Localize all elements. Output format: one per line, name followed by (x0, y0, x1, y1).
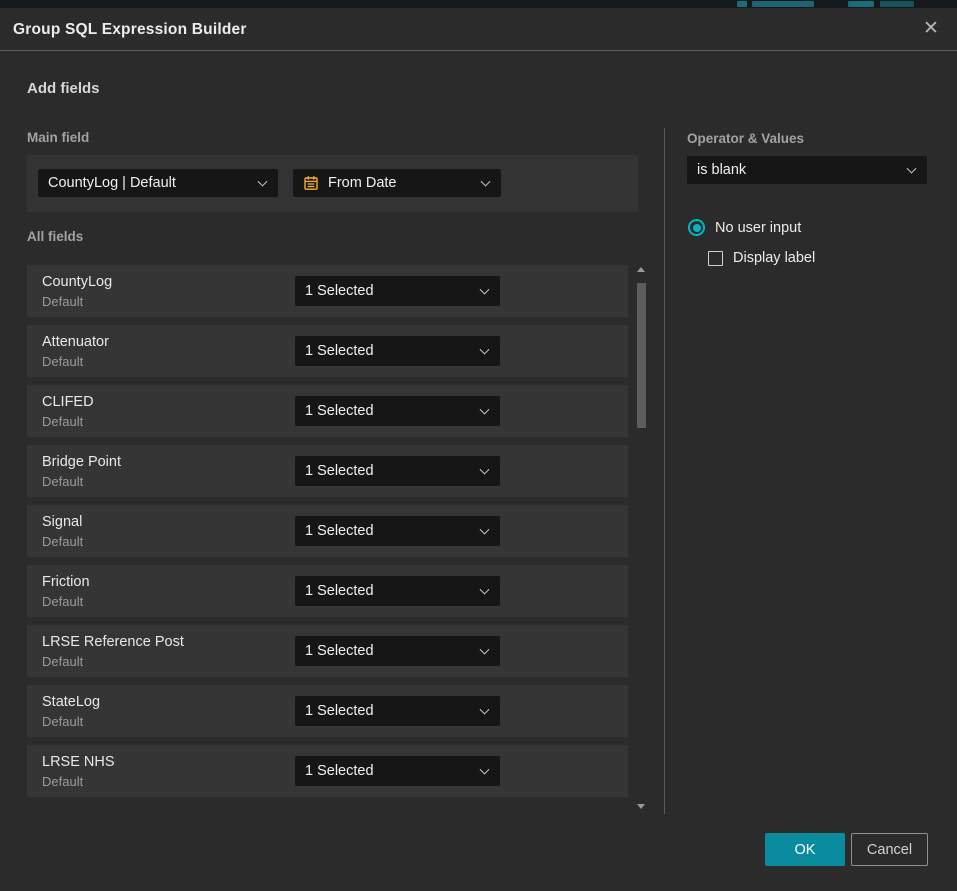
scroll-up-arrow-icon[interactable] (637, 267, 645, 272)
chevron-down-icon (907, 164, 917, 174)
field-subtitle: Default (42, 714, 83, 729)
calendar-icon (303, 175, 319, 191)
scroll-down-arrow-icon[interactable] (637, 804, 645, 809)
dialog-title: Group SQL Expression Builder (13, 8, 247, 51)
main-layer-select-value: CountyLog | Default (48, 175, 176, 191)
group-sql-expression-builder-dialog: Group SQL Expression Builder ✕ Add field… (0, 8, 957, 891)
field-selected-dropdown[interactable]: 1 Selected (295, 696, 500, 726)
field-subtitle: Default (42, 414, 83, 429)
cancel-button[interactable]: Cancel (851, 833, 928, 866)
field-selected-dropdown[interactable]: 1 Selected (295, 516, 500, 546)
field-subtitle: Default (42, 534, 83, 549)
field-selected-value: 1 Selected (305, 583, 374, 599)
field-selected-value: 1 Selected (305, 703, 374, 719)
field-selected-dropdown[interactable]: 1 Selected (295, 456, 500, 486)
field-subtitle: Default (42, 294, 83, 309)
chevron-down-icon (480, 765, 490, 775)
field-row: Friction Default 1 Selected (27, 565, 628, 617)
field-selected-dropdown[interactable]: 1 Selected (295, 336, 500, 366)
field-selected-value: 1 Selected (305, 283, 374, 299)
field-selected-value: 1 Selected (305, 403, 374, 419)
chevron-down-icon (480, 705, 490, 715)
main-layer-select[interactable]: CountyLog | Default (38, 169, 278, 197)
all-fields-label: All fields (27, 229, 83, 244)
field-row: StateLog Default 1 Selected (27, 685, 628, 737)
main-field-select-value: From Date (328, 175, 397, 191)
no-user-input-label: No user input (715, 220, 801, 236)
field-selected-value: 1 Selected (305, 463, 374, 479)
field-name: Signal (42, 514, 82, 530)
field-selected-dropdown[interactable]: 1 Selected (295, 636, 500, 666)
close-icon[interactable]: ✕ (919, 17, 943, 41)
field-name: LRSE NHS (42, 754, 115, 770)
field-row: LRSE Reference Post Default 1 Selected (27, 625, 628, 677)
operator-values-heading: Operator & Values (687, 131, 804, 146)
screen: Group SQL Expression Builder ✕ Add field… (0, 0, 957, 891)
no-user-input-radio[interactable]: No user input (688, 219, 801, 236)
vertical-divider (664, 128, 665, 814)
chevron-down-icon (480, 645, 490, 655)
field-name: Bridge Point (42, 454, 121, 470)
field-selected-dropdown[interactable]: 1 Selected (295, 276, 500, 306)
field-name: Attenuator (42, 334, 109, 350)
field-name: Friction (42, 574, 90, 590)
field-name: LRSE Reference Post (42, 634, 184, 650)
background-fragment (848, 1, 874, 7)
fields-scrollbar[interactable] (635, 265, 648, 811)
field-name: StateLog (42, 694, 100, 710)
field-row: CLIFED Default 1 Selected (27, 385, 628, 437)
field-selected-value: 1 Selected (305, 523, 374, 539)
main-field-select[interactable]: From Date (293, 169, 501, 197)
field-subtitle: Default (42, 594, 83, 609)
background-fragment (752, 1, 814, 7)
field-selected-dropdown[interactable]: 1 Selected (295, 576, 500, 606)
main-field-panel: CountyLog | Default From Date (27, 155, 638, 212)
dialog-header: Group SQL Expression Builder ✕ (0, 8, 957, 51)
radio-checked-icon[interactable] (688, 219, 705, 236)
main-field-label: Main field (27, 130, 89, 145)
add-fields-heading: Add fields (27, 80, 100, 97)
checkbox-unchecked-icon[interactable] (708, 251, 723, 266)
field-selected-value: 1 Selected (305, 763, 374, 779)
background-app-strip (0, 0, 957, 8)
field-name: CountyLog (42, 274, 112, 290)
chevron-down-icon (480, 345, 490, 355)
field-row: CountyLog Default 1 Selected (27, 265, 628, 317)
display-label-checkbox[interactable]: Display label (708, 250, 815, 266)
field-row: Bridge Point Default 1 Selected (27, 445, 628, 497)
chevron-down-icon (480, 285, 490, 295)
chevron-down-icon (258, 177, 268, 187)
field-subtitle: Default (42, 654, 83, 669)
display-label-label: Display label (733, 250, 815, 266)
background-fragment (737, 1, 747, 7)
chevron-down-icon (480, 405, 490, 415)
ok-button[interactable]: OK (765, 833, 845, 866)
scrollbar-thumb[interactable] (637, 283, 646, 428)
field-selected-dropdown[interactable]: 1 Selected (295, 756, 500, 786)
chevron-down-icon (481, 177, 491, 187)
field-row: Attenuator Default 1 Selected (27, 325, 628, 377)
chevron-down-icon (480, 525, 490, 535)
chevron-down-icon (480, 465, 490, 475)
all-fields-list: CountyLog Default 1 Selected Attenuator … (27, 265, 628, 805)
field-selected-value: 1 Selected (305, 343, 374, 359)
field-selected-value: 1 Selected (305, 643, 374, 659)
chevron-down-icon (480, 585, 490, 595)
field-subtitle: Default (42, 354, 83, 369)
background-fragment (880, 1, 914, 7)
field-selected-dropdown[interactable]: 1 Selected (295, 396, 500, 426)
field-subtitle: Default (42, 474, 83, 489)
operator-select[interactable]: is blank (687, 156, 927, 184)
field-row: Signal Default 1 Selected (27, 505, 628, 557)
field-row: LRSE NHS Default 1 Selected (27, 745, 628, 797)
field-name: CLIFED (42, 394, 94, 410)
operator-select-value: is blank (697, 162, 746, 178)
field-subtitle: Default (42, 774, 83, 789)
